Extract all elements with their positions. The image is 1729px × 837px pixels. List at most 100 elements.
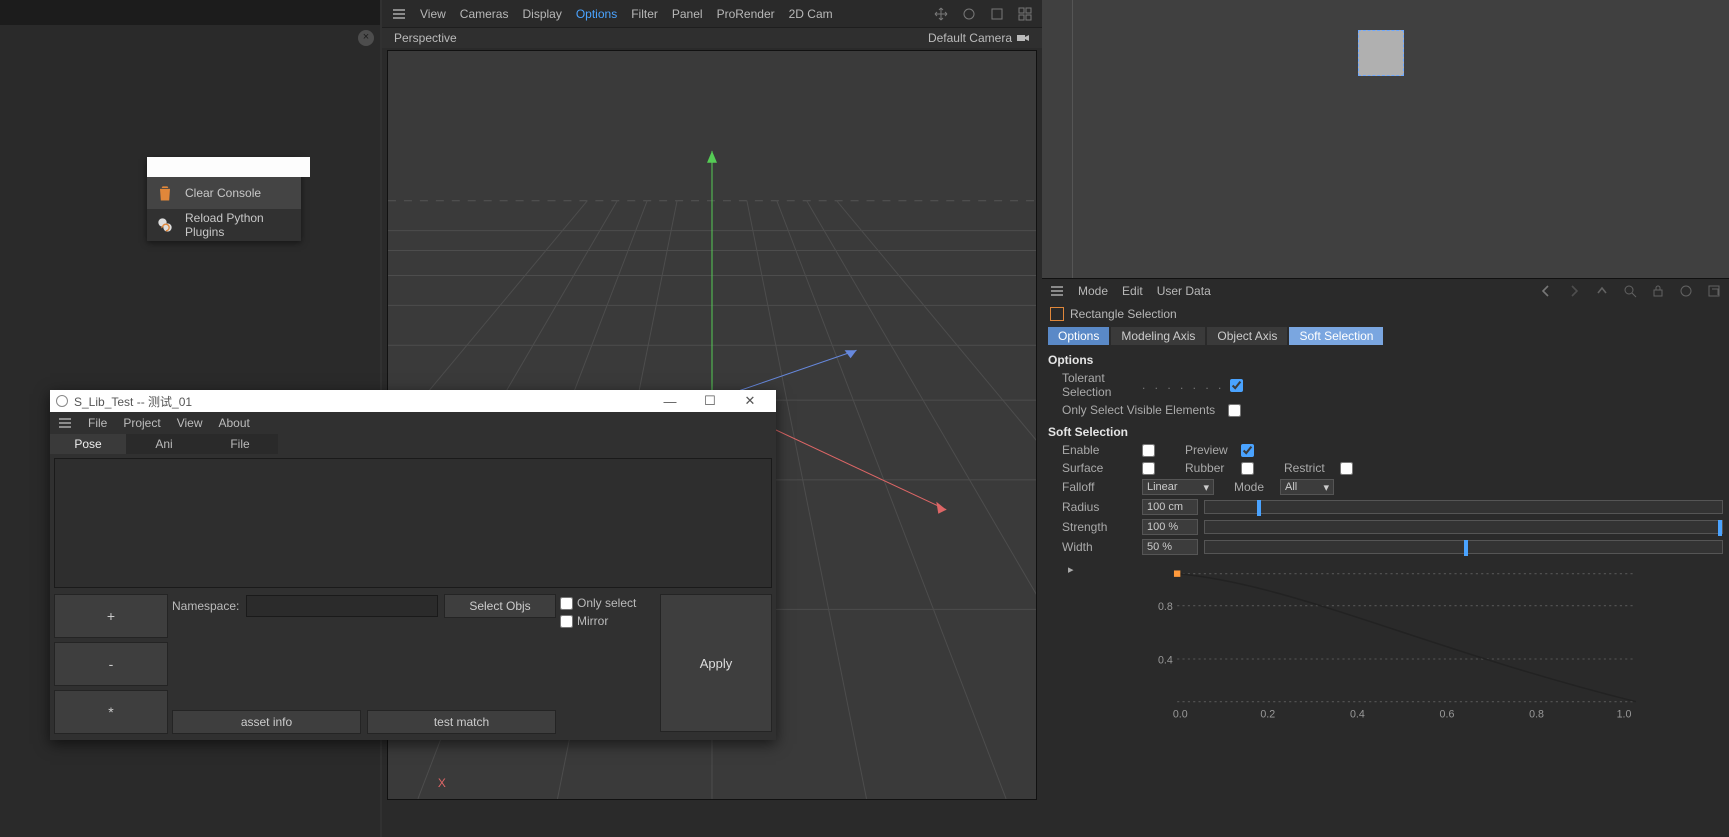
label-restrict: Restrict — [1284, 461, 1334, 475]
tab-ani[interactable]: Ani — [126, 434, 202, 454]
burger-icon[interactable] — [392, 7, 406, 21]
menu-mode[interactable]: Mode — [1078, 284, 1108, 298]
svg-text:0.4: 0.4 — [1158, 654, 1173, 666]
svg-text:0.4: 0.4 — [1350, 709, 1365, 721]
menu-options[interactable]: Options — [576, 7, 617, 21]
selection-rect[interactable] — [1358, 30, 1404, 76]
check-rubber[interactable] — [1241, 462, 1254, 475]
section-options: Options — [1042, 347, 1729, 369]
back-icon[interactable] — [1539, 284, 1553, 298]
lock-icon[interactable] — [1651, 284, 1665, 298]
menu-view[interactable]: View — [177, 416, 203, 430]
falloff-curve[interactable]: ▸ 0.8 0.4 0.0 0.2 0.4 0.6 0.8 1.0 — [1062, 563, 1719, 723]
minus-button[interactable]: - — [54, 642, 168, 686]
section-soft: Soft Selection — [1042, 419, 1729, 441]
svg-text:0.2: 0.2 — [1260, 709, 1275, 721]
context-search-input[interactable] — [147, 157, 310, 177]
mirror-check[interactable]: Mirror — [560, 614, 656, 628]
tab-object-axis[interactable]: Object Axis — [1207, 327, 1287, 345]
check-restrict[interactable] — [1340, 462, 1353, 475]
move-icon[interactable] — [934, 7, 948, 21]
test-match-button[interactable]: test match — [367, 710, 556, 734]
menu-panel[interactable]: Panel — [672, 7, 703, 21]
select-objs-button[interactable]: Select Objs — [444, 594, 556, 618]
menu-view[interactable]: View — [420, 7, 446, 21]
context-search[interactable] — [147, 157, 301, 177]
slider-width[interactable] — [1204, 540, 1723, 554]
star-button[interactable]: * — [54, 690, 168, 734]
namespace-input[interactable] — [246, 595, 438, 617]
pin-icon[interactable] — [1679, 284, 1693, 298]
ctx-reload-python[interactable]: Reload Python Plugins — [147, 209, 301, 241]
ctx-clear-console[interactable]: Clear Console — [147, 177, 301, 209]
close-icon[interactable]: × — [358, 30, 374, 46]
search-icon[interactable] — [1623, 284, 1637, 298]
attr-tabs: Options Modeling Axis Object Axis Soft S… — [1042, 325, 1729, 347]
tab-options[interactable]: Options — [1048, 327, 1109, 345]
attribute-panel: Mode Edit User Data Rectangle Selection … — [1042, 278, 1729, 837]
row-strength: Strength 100 % — [1042, 517, 1729, 537]
check-preview[interactable] — [1241, 444, 1254, 457]
tab-soft-selection[interactable]: Soft Selection — [1289, 327, 1383, 345]
popup-canvas[interactable] — [54, 458, 772, 588]
input-strength[interactable]: 100 % — [1142, 519, 1198, 535]
label-rubber: Rubber — [1185, 461, 1235, 475]
check-only-visible[interactable] — [1228, 404, 1241, 417]
minimize-button[interactable]: — — [650, 394, 690, 409]
tab-pose[interactable]: Pose — [50, 434, 126, 454]
input-radius[interactable]: 100 cm — [1142, 499, 1198, 515]
label-width: Width — [1062, 540, 1136, 554]
label-falloff: Falloff — [1062, 480, 1136, 494]
label-radius: Radius — [1062, 500, 1136, 514]
svg-text:0.0: 0.0 — [1173, 709, 1188, 721]
burger-icon[interactable] — [1050, 284, 1064, 298]
asset-info-button[interactable]: asset info — [172, 710, 361, 734]
tab-modeling-axis[interactable]: Modeling Axis — [1111, 327, 1205, 345]
apply-button[interactable]: Apply — [660, 594, 772, 732]
newwin-icon[interactable] — [1707, 284, 1721, 298]
row-radius: Radius 100 cm — [1042, 497, 1729, 517]
popup-titlebar[interactable]: S_Lib_Test -- 测试_01 — ☐ ✕ — [50, 390, 776, 412]
check-surface[interactable] — [1142, 462, 1155, 475]
close-button[interactable]: ✕ — [730, 393, 770, 409]
attr-menubar: Mode Edit User Data — [1042, 279, 1729, 303]
input-width[interactable]: 50 % — [1142, 539, 1198, 555]
ctx-item-label: Reload Python Plugins — [185, 211, 293, 239]
menu-display[interactable]: Display — [522, 7, 561, 21]
check-tolerant[interactable] — [1230, 379, 1243, 392]
expand-icon[interactable]: ▸ — [1068, 563, 1074, 576]
camera-label[interactable]: Default Camera — [928, 31, 1030, 45]
maximize-button[interactable]: ☐ — [690, 393, 730, 409]
trash-icon — [155, 183, 175, 203]
svg-text:1.0: 1.0 — [1617, 709, 1632, 721]
menu-userdata[interactable]: User Data — [1157, 284, 1211, 298]
menu-file[interactable]: File — [88, 416, 107, 430]
menu-cameras[interactable]: Cameras — [460, 7, 509, 21]
tab-file[interactable]: File — [202, 434, 278, 454]
burger-icon[interactable] — [58, 416, 72, 430]
up-icon[interactable] — [1595, 284, 1609, 298]
only-select-check[interactable]: Only select — [560, 596, 656, 610]
select-falloff[interactable]: Linear▾ — [1142, 479, 1214, 495]
menu-prorender[interactable]: ProRender — [717, 7, 775, 21]
ctx-item-label: Clear Console — [185, 186, 261, 200]
menu-filter[interactable]: Filter — [631, 7, 658, 21]
preview-panel[interactable] — [1042, 0, 1729, 278]
slider-radius[interactable] — [1204, 500, 1723, 514]
select-mode[interactable]: All▾ — [1280, 479, 1334, 495]
menu-edit[interactable]: Edit — [1122, 284, 1143, 298]
row-only-visible: Only Select Visible Elements — [1042, 401, 1729, 419]
fwd-icon[interactable] — [1567, 284, 1581, 298]
layout-icon[interactable] — [1018, 7, 1032, 21]
viewport-menubar: View Cameras Display Options Filter Pane… — [382, 0, 1042, 28]
check-enable[interactable] — [1142, 444, 1155, 457]
menu-2dcam[interactable]: 2D Cam — [789, 7, 833, 21]
rotate-icon[interactable] — [962, 7, 976, 21]
slider-strength[interactable] — [1204, 520, 1723, 534]
frame-icon[interactable] — [990, 7, 1004, 21]
menu-about[interactable]: About — [219, 416, 250, 430]
row-surface: Surface Rubber Restrict — [1042, 459, 1729, 477]
popup-title: S_Lib_Test -- 测试_01 — [74, 393, 192, 410]
menu-project[interactable]: Project — [123, 416, 160, 430]
plus-button[interactable]: + — [54, 594, 168, 638]
